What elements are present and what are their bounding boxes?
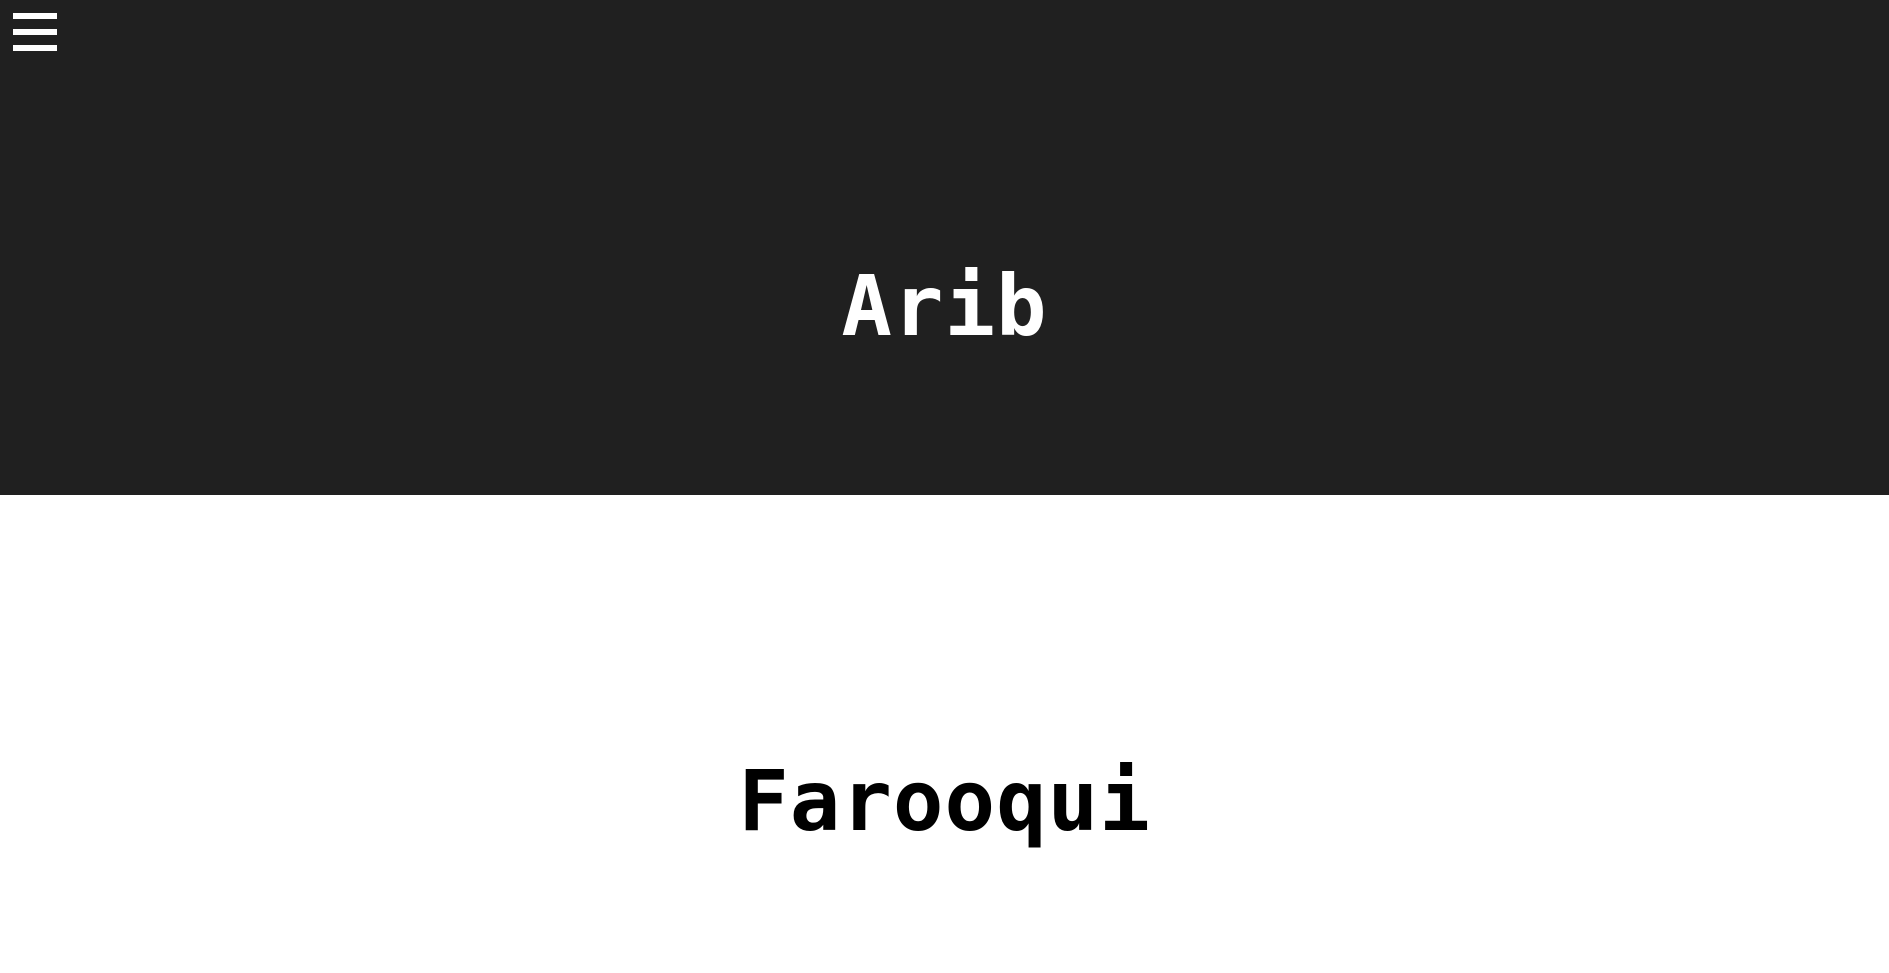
hero-first-name-section: Arib: [0, 0, 1889, 495]
menu-button[interactable]: [13, 13, 57, 57]
last-name-heading: Farooqui: [738, 752, 1151, 851]
menu-icon-bar-bottom: [13, 45, 57, 51]
first-name-heading: Arib: [841, 257, 1048, 356]
page: Arib Farooqui: [0, 0, 1889, 973]
menu-icon-bar-middle: [13, 29, 57, 35]
menu-icon-bar-top: [13, 13, 57, 19]
hero-last-name-section: Farooqui: [0, 495, 1889, 973]
